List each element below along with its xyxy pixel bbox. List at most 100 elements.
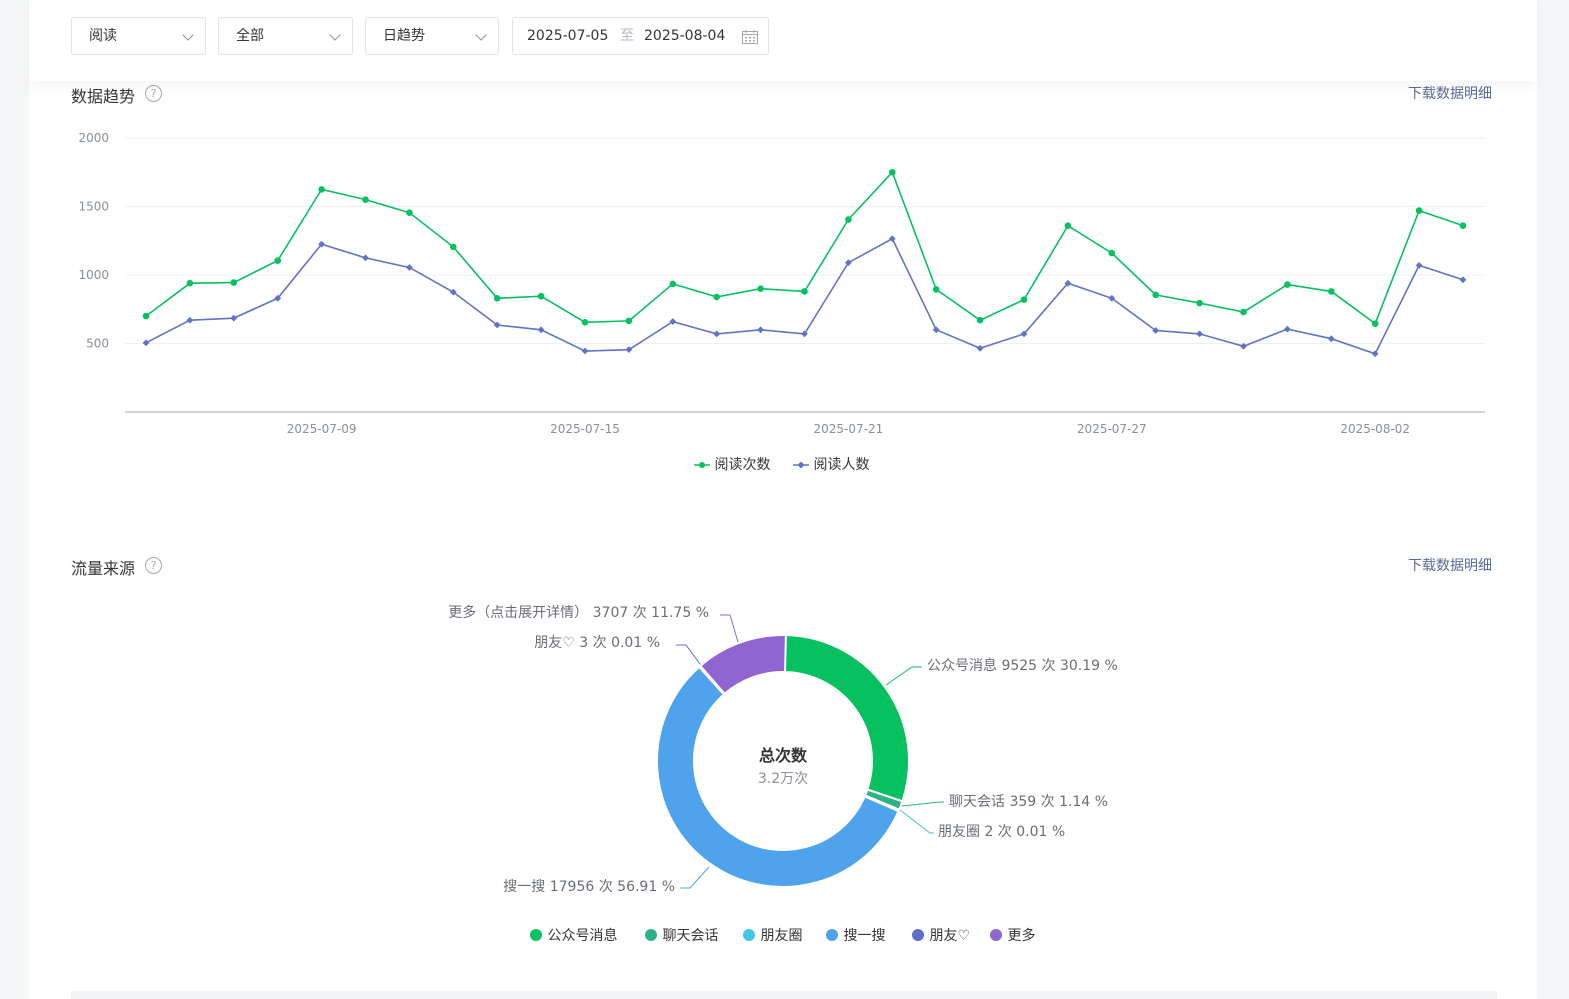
- slice-label-more[interactable]: 更多（点击展开详情） 3707 次 11.75 %: [448, 604, 709, 621]
- data-point[interactable]: [581, 347, 589, 355]
- data-point[interactable]: [976, 316, 984, 324]
- data-point[interactable]: [186, 279, 194, 287]
- data-point[interactable]: [1459, 222, 1467, 229]
- trend-select[interactable]: 日趋势: [365, 17, 499, 55]
- data-point[interactable]: [318, 186, 325, 193]
- date-separator: 至: [620, 28, 634, 44]
- calendar-icon[interactable]: [742, 30, 758, 44]
- y-tick-label: 2000: [78, 131, 109, 145]
- data-point[interactable]: [713, 330, 721, 338]
- legend-dot-icon: [743, 929, 755, 941]
- legend-label: 阅读次数: [714, 457, 771, 473]
- label-leader-line: [901, 801, 944, 807]
- x-tick-label: 2025-07-27: [1077, 422, 1147, 436]
- data-point[interactable]: [625, 317, 633, 325]
- data-point[interactable]: [1064, 222, 1072, 229]
- series-line-read-count: [145, 170, 1464, 325]
- slice-label-official[interactable]: 公众号消息 9525 次 30.19 %: [927, 657, 1118, 674]
- data-point[interactable]: [1240, 308, 1247, 316]
- legend-dot-icon: [530, 929, 542, 941]
- data-point[interactable]: [493, 294, 501, 302]
- legend-label: 阅读人数: [813, 457, 870, 473]
- data-point[interactable]: [406, 264, 413, 271]
- scope-select[interactable]: 全部: [218, 17, 353, 55]
- data-point[interactable]: [1415, 207, 1423, 214]
- data-point[interactable]: [757, 326, 764, 334]
- data-point[interactable]: [1152, 291, 1159, 299]
- legend-dot-icon: [826, 929, 838, 941]
- data-point[interactable]: [889, 168, 896, 176]
- data-point[interactable]: [186, 316, 194, 324]
- pie-legend-item-search[interactable]: 搜一搜: [825, 925, 885, 945]
- y-tick-label: 1500: [78, 200, 109, 214]
- legend-label: 搜一搜: [843, 928, 886, 944]
- data-point[interactable]: [1371, 320, 1379, 327]
- data-point[interactable]: [230, 279, 238, 286]
- pie-legend-item-chat[interactable]: 聊天会话: [644, 925, 718, 945]
- slice-label-friends[interactable]: 朋友♡ 3 次 0.01 %: [534, 635, 660, 651]
- help-icon[interactable]: ?: [145, 557, 162, 574]
- data-point[interactable]: [362, 196, 369, 203]
- date-start[interactable]: 2025-07-05: [527, 18, 608, 54]
- data-point[interactable]: [1284, 281, 1291, 288]
- data-point[interactable]: [932, 326, 940, 334]
- data-point[interactable]: [230, 314, 238, 322]
- data-point[interactable]: [1328, 288, 1335, 295]
- x-tick-label: 2025-07-09: [287, 422, 357, 436]
- data-point[interactable]: [142, 339, 150, 347]
- legend-diamond-icon: [793, 461, 809, 469]
- slice-label-moments[interactable]: 朋友圈 2 次 0.01 %: [938, 824, 1065, 840]
- source-download-link[interactable]: 下载数据明细: [1408, 555, 1492, 575]
- metric-select[interactable]: 阅读: [71, 17, 206, 55]
- slice-label-search[interactable]: 搜一搜 17956 次 56.91 %: [503, 879, 675, 895]
- data-point[interactable]: [757, 285, 764, 293]
- data-point[interactable]: [1415, 262, 1423, 269]
- data-point[interactable]: [406, 209, 413, 216]
- legend-label: 朋友圈: [760, 928, 803, 944]
- data-point[interactable]: [1371, 350, 1379, 358]
- data-point[interactable]: [713, 293, 720, 301]
- data-point[interactable]: [274, 257, 282, 264]
- chevron-down-icon: [182, 29, 194, 41]
- pie-legend-item-friends[interactable]: 朋友♡: [911, 925, 970, 945]
- data-point[interactable]: [450, 243, 457, 251]
- data-point[interactable]: [142, 312, 150, 320]
- slice-label-chat[interactable]: 聊天会话 359 次 1.14 %: [949, 794, 1108, 810]
- data-point[interactable]: [1196, 330, 1203, 338]
- data-point[interactable]: [1196, 299, 1203, 307]
- label-leader-line: [680, 866, 710, 889]
- date-range-picker[interactable]: 2025-07-05 至 2025-08-04: [512, 17, 769, 55]
- pie-legend-item-more[interactable]: 更多: [989, 925, 1035, 945]
- data-point[interactable]: [845, 216, 852, 223]
- label-leader-line: [899, 809, 934, 834]
- data-point[interactable]: [1020, 296, 1028, 303]
- data-point[interactable]: [581, 318, 589, 326]
- legend-label: 聊天会话: [662, 928, 719, 944]
- data-point[interactable]: [537, 292, 545, 300]
- donut-center-value: 3.2万次: [758, 771, 808, 787]
- data-point[interactable]: [801, 288, 808, 295]
- legend-circle-icon: [694, 462, 710, 468]
- x-tick-label: 2025-07-15: [550, 422, 620, 436]
- data-point[interactable]: [1327, 335, 1335, 343]
- data-point[interactable]: [669, 280, 677, 288]
- data-point[interactable]: [932, 286, 940, 293]
- pie-legend-item-official[interactable]: 公众号消息: [529, 925, 617, 945]
- legend-label: 朋友♡: [929, 928, 971, 944]
- data-point[interactable]: [1108, 249, 1116, 257]
- legend-dot-icon: [912, 929, 924, 941]
- pie-legend-item-moments[interactable]: 朋友圈: [742, 925, 802, 945]
- x-tick-label: 2025-08-02: [1340, 422, 1410, 436]
- legend-label: 公众号消息: [547, 928, 618, 944]
- chevron-down-icon: [475, 29, 487, 41]
- trend-legend-item-count[interactable]: 阅读次数: [694, 454, 770, 474]
- data-point[interactable]: [362, 254, 369, 262]
- data-point[interactable]: [537, 326, 545, 334]
- y-tick-label: 500: [86, 337, 109, 351]
- date-end[interactable]: 2025-08-04: [644, 18, 725, 54]
- data-point[interactable]: [1459, 276, 1467, 284]
- data-point[interactable]: [976, 344, 984, 352]
- data-point[interactable]: [1284, 325, 1291, 333]
- data-point[interactable]: [888, 235, 896, 243]
- trend-legend-item-users[interactable]: 阅读人数: [793, 454, 869, 474]
